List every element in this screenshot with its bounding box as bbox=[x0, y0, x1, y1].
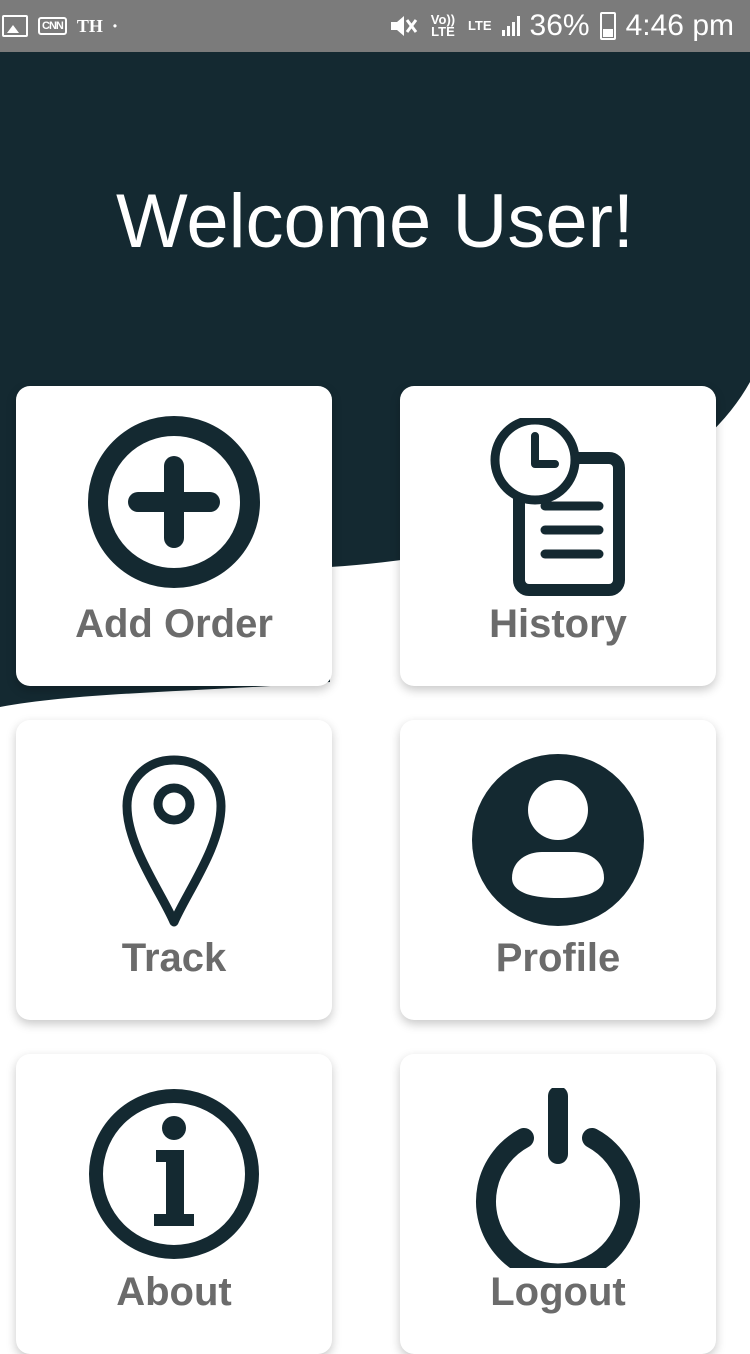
track-label: Track bbox=[121, 936, 227, 980]
logout-card[interactable]: Logout bbox=[400, 1054, 716, 1354]
status-bar-left: CNN TH • bbox=[0, 15, 117, 37]
welcome-title: Welcome User! bbox=[115, 179, 635, 264]
user-circle-icon bbox=[472, 754, 644, 926]
image-icon bbox=[2, 15, 28, 37]
power-icon bbox=[476, 1088, 640, 1268]
status-bar: CNN TH • Vo)) LTE LTE 36% 4:46 pm bbox=[0, 0, 750, 52]
track-card[interactable]: Track bbox=[16, 720, 332, 1020]
mute-icon bbox=[390, 16, 418, 36]
clock-time: 4:46 pm bbox=[625, 9, 734, 42]
about-label: About bbox=[116, 1270, 232, 1314]
battery-icon bbox=[599, 12, 616, 40]
history-label: History bbox=[489, 602, 627, 646]
signal-icon bbox=[501, 16, 520, 36]
location-pin-icon bbox=[122, 755, 226, 927]
logout-label: Logout bbox=[490, 1270, 626, 1314]
battery-percent: 36% bbox=[529, 9, 590, 42]
th-icon: TH bbox=[76, 15, 103, 36]
profile-label: Profile bbox=[495, 936, 621, 980]
lte-icon: LTE bbox=[467, 18, 492, 33]
add-order-label: Add Order bbox=[75, 602, 273, 646]
about-card[interactable]: About bbox=[16, 1054, 332, 1354]
add-order-card[interactable]: Add Order bbox=[16, 386, 332, 686]
status-bar-right: Vo)) LTE LTE 36% 4:46 pm bbox=[388, 9, 750, 43]
info-circle-icon bbox=[89, 1089, 259, 1259]
dot-icon: • bbox=[112, 19, 118, 33]
add-circle-icon bbox=[88, 416, 260, 588]
profile-card[interactable]: Profile bbox=[400, 720, 716, 1020]
volte-icon: Vo)) LTE bbox=[430, 12, 456, 39]
history-document-icon bbox=[490, 418, 625, 596]
history-card[interactable]: History bbox=[400, 386, 716, 686]
cnn-icon: CNN bbox=[38, 17, 67, 35]
